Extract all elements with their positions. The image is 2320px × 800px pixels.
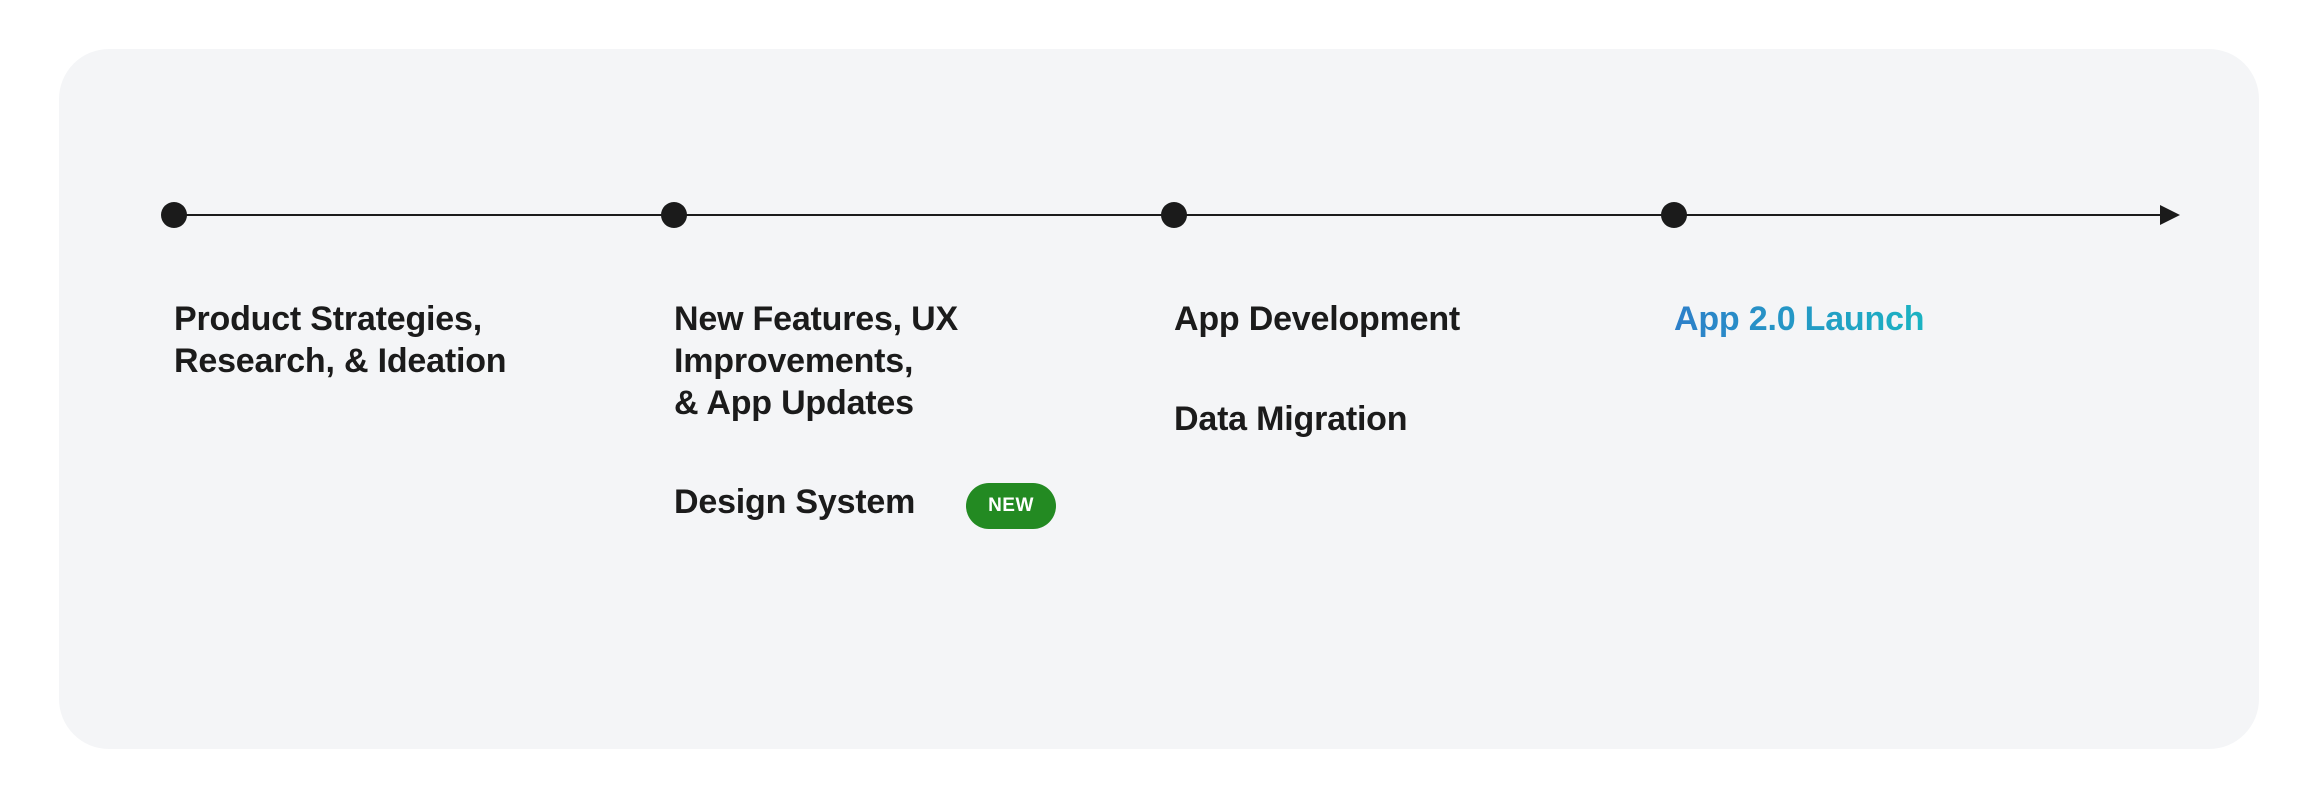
timeline-card (59, 49, 2259, 749)
milestone-1-title: Product Strategies, Research, & Ideation (174, 300, 507, 380)
milestone-2-title: New Features, UX Improvements, & App Upd… (674, 300, 959, 422)
milestone-3-subitem: Data Migration (1174, 400, 1408, 438)
milestone-3-title: App Development (1174, 300, 1461, 338)
new-badge: NEW (966, 483, 1056, 529)
milestone-4-title: App 2.0 Launch (1674, 300, 1925, 338)
milestone-2-subitem: Design System (674, 483, 916, 521)
